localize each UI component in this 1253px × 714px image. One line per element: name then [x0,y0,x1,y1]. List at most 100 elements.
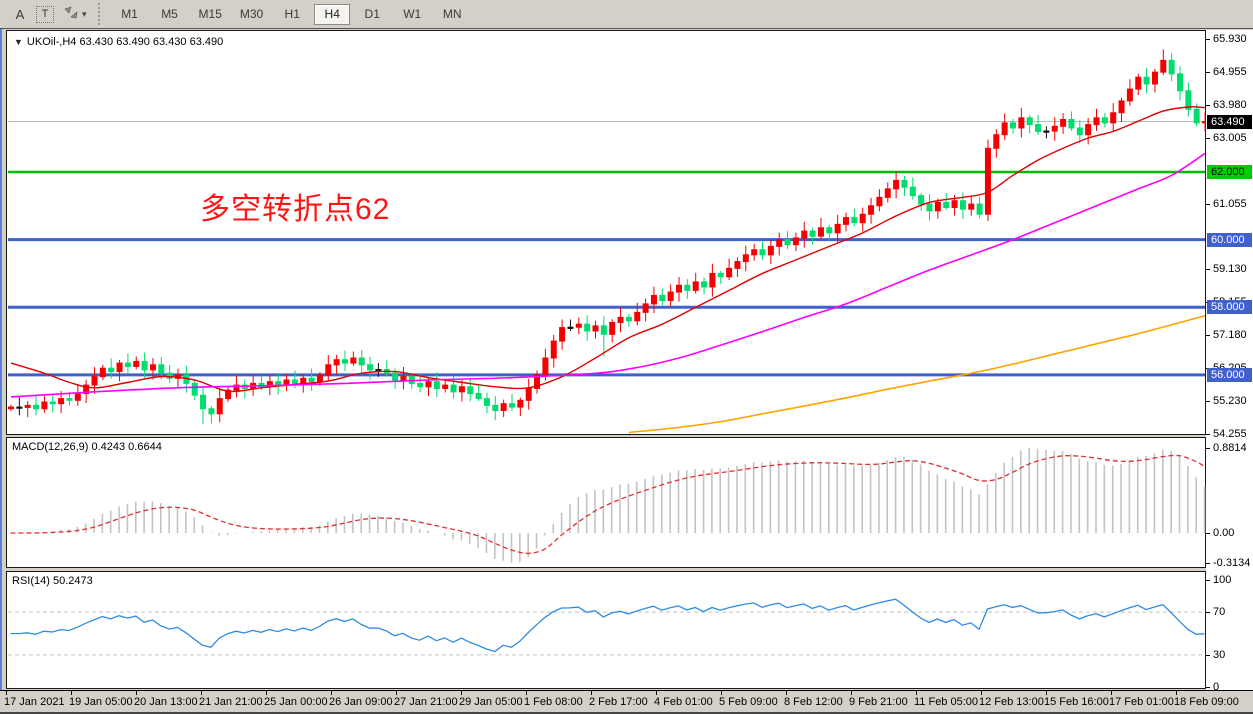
rsi-panel[interactable] [6,571,1206,689]
chart-symbol-label: UKOil-,H4 [27,36,77,48]
macd-tick-label: -0.3134 [1213,557,1250,569]
time-axis-tick [461,691,462,695]
time-axis-tick [136,691,137,695]
time-axis-label: 17 Jan 2021 [4,696,65,708]
current-price-badge: 63.490 [1207,115,1252,129]
time-axis-label: 15 Feb 16:00 [1044,696,1109,708]
time-axis-tick [721,691,722,695]
time-axis-label: 2 Feb 17:00 [589,696,648,708]
price-tick-label-dash [1206,335,1210,336]
macd-panel[interactable] [6,437,1206,568]
price-tick-label-dash [1206,105,1210,106]
time-axis-label: 21 Jan 21:00 [199,696,263,708]
macd-tick-label: 0.8814 [1213,442,1247,454]
time-axis-tick [656,691,657,695]
time-axis-tick [331,691,332,695]
timeframe-d1-button[interactable]: D1 [354,4,390,25]
price-tick-label: 59.130 [1213,263,1247,275]
timeframe-w1-button[interactable]: W1 [394,4,430,25]
chevron-down-icon[interactable]: ▾ [82,9,87,20]
time-axis-label: 26 Jan 09:00 [329,696,393,708]
macd-tick-label-dash [1206,448,1210,449]
time-axis-label: 20 Jan 13:00 [134,696,198,708]
chart-collapse-icon[interactable]: ▼ [14,37,23,47]
macd-indicator-label: MACD(12,26,9) 0.4243 0.6644 [12,441,162,453]
timeframe-m15-button[interactable]: M15 [192,4,229,25]
rsi-tick-label-dash [1206,655,1210,656]
price-level-badge-62.000: 62.000 [1207,165,1252,179]
price-tick-label: 64.955 [1213,66,1247,78]
toolbar-drag-handle[interactable] [98,3,104,25]
macd-tick-label-dash [1206,563,1210,564]
chart-ohlc-values: 63.430 63.490 63.430 63.490 [80,36,224,48]
time-axis-tick [1111,691,1112,695]
time-axis-tick [201,691,202,695]
mt4-window: A T ▾ M1 M5 M15 M30 H1 H4 D1 W1 MN ▼ UKOi… [0,0,1253,714]
time-axis-tick [981,691,982,695]
time-axis-tick [1176,691,1177,695]
price-level-badge-56.000: 56.000 [1207,368,1252,382]
price-tick-label: 57.180 [1213,329,1247,341]
time-axis[interactable]: 17 Jan 2021 19 Jan 05:0020 Jan 13:0021 Ja… [0,690,1253,714]
macd-tick-label: 0.00 [1213,527,1234,539]
price-tick-label-dash [1206,39,1210,40]
price-tick-label: 54.255 [1213,428,1247,440]
macd-tick-label-dash [1206,533,1210,534]
rsi-tick-label-dash [1206,687,1210,688]
rsi-tick-label: 30 [1213,649,1225,661]
text-label-tool-button[interactable]: A [8,3,32,25]
toolbar: A T ▾ M1 M5 M15 M30 H1 H4 D1 W1 MN [0,0,1253,29]
time-axis-label: 19 Jan 05:00 [69,696,133,708]
time-axis-label: 5 Feb 09:00 [719,696,778,708]
time-axis-tick [71,691,72,695]
timeframe-h4-button[interactable]: H4 [314,4,350,25]
price-tick-label: 55.230 [1213,395,1247,407]
time-axis-label: 18 Feb 09:00 [1174,696,1239,708]
time-axis-label: 12 Feb 13:00 [979,696,1044,708]
price-tick-label-dash [1206,401,1210,402]
text-box-tool-button[interactable]: T [36,6,54,23]
time-axis-label: 1 Feb 08:00 [524,696,583,708]
price-tick-label-dash [1206,204,1210,205]
time-axis-label: 11 Feb 05:00 [914,696,978,708]
arrows-tool-button[interactable]: ▾ [62,3,88,25]
time-axis-tick [526,691,527,695]
rsi-tick-label-dash [1206,580,1210,581]
rsi-tick-label: 70 [1213,606,1225,618]
time-axis-label: 29 Jan 05:00 [459,696,523,708]
price-tick-label: 65.930 [1213,33,1247,45]
main-chart-panel[interactable] [6,30,1206,435]
price-tick-label-dash [1206,72,1210,73]
chart-title: ▼ UKOil-,H4 63.430 63.490 63.430 63.490 [14,36,223,48]
timeframe-m5-button[interactable]: M5 [152,4,188,25]
time-axis-tick [591,691,592,695]
timeframe-h1-button[interactable]: H1 [274,4,310,25]
time-axis-tick [786,691,787,695]
time-axis-tick [396,691,397,695]
time-axis-label: 27 Jan 21:00 [394,696,458,708]
time-axis-tick [851,691,852,695]
arrows-icon [63,6,79,22]
price-level-badge-60.000: 60.000 [1207,233,1252,247]
price-tick-label-dash [1206,269,1210,270]
time-axis-tick [266,691,267,695]
price-tick-label: 61.055 [1213,198,1247,210]
price-tick-label-dash [1206,434,1210,435]
time-axis-label: 9 Feb 21:00 [849,696,908,708]
rsi-tick-label: 100 [1213,574,1231,586]
price-tick-label: 63.980 [1213,99,1247,111]
rsi-tick-label-dash [1206,612,1210,613]
timeframe-m30-button[interactable]: M30 [233,4,270,25]
timeframe-mn-button[interactable]: MN [434,4,470,25]
time-axis-label: 4 Feb 01:00 [654,696,713,708]
time-axis-label: 8 Feb 12:00 [784,696,843,708]
time-axis-label: 17 Feb 01:00 [1109,696,1174,708]
price-tick-label-dash [1206,138,1210,139]
annotation-text: 多空转折点62 [200,184,390,228]
timeframe-m1-button[interactable]: M1 [112,4,148,25]
time-axis-tick [6,691,7,695]
price-scale[interactable]: 65.93064.95563.98063.00561.05559.13058.1… [1206,30,1253,690]
time-axis-tick [916,691,917,695]
window-edge-accent [0,29,2,690]
time-axis-tick [1046,691,1047,695]
